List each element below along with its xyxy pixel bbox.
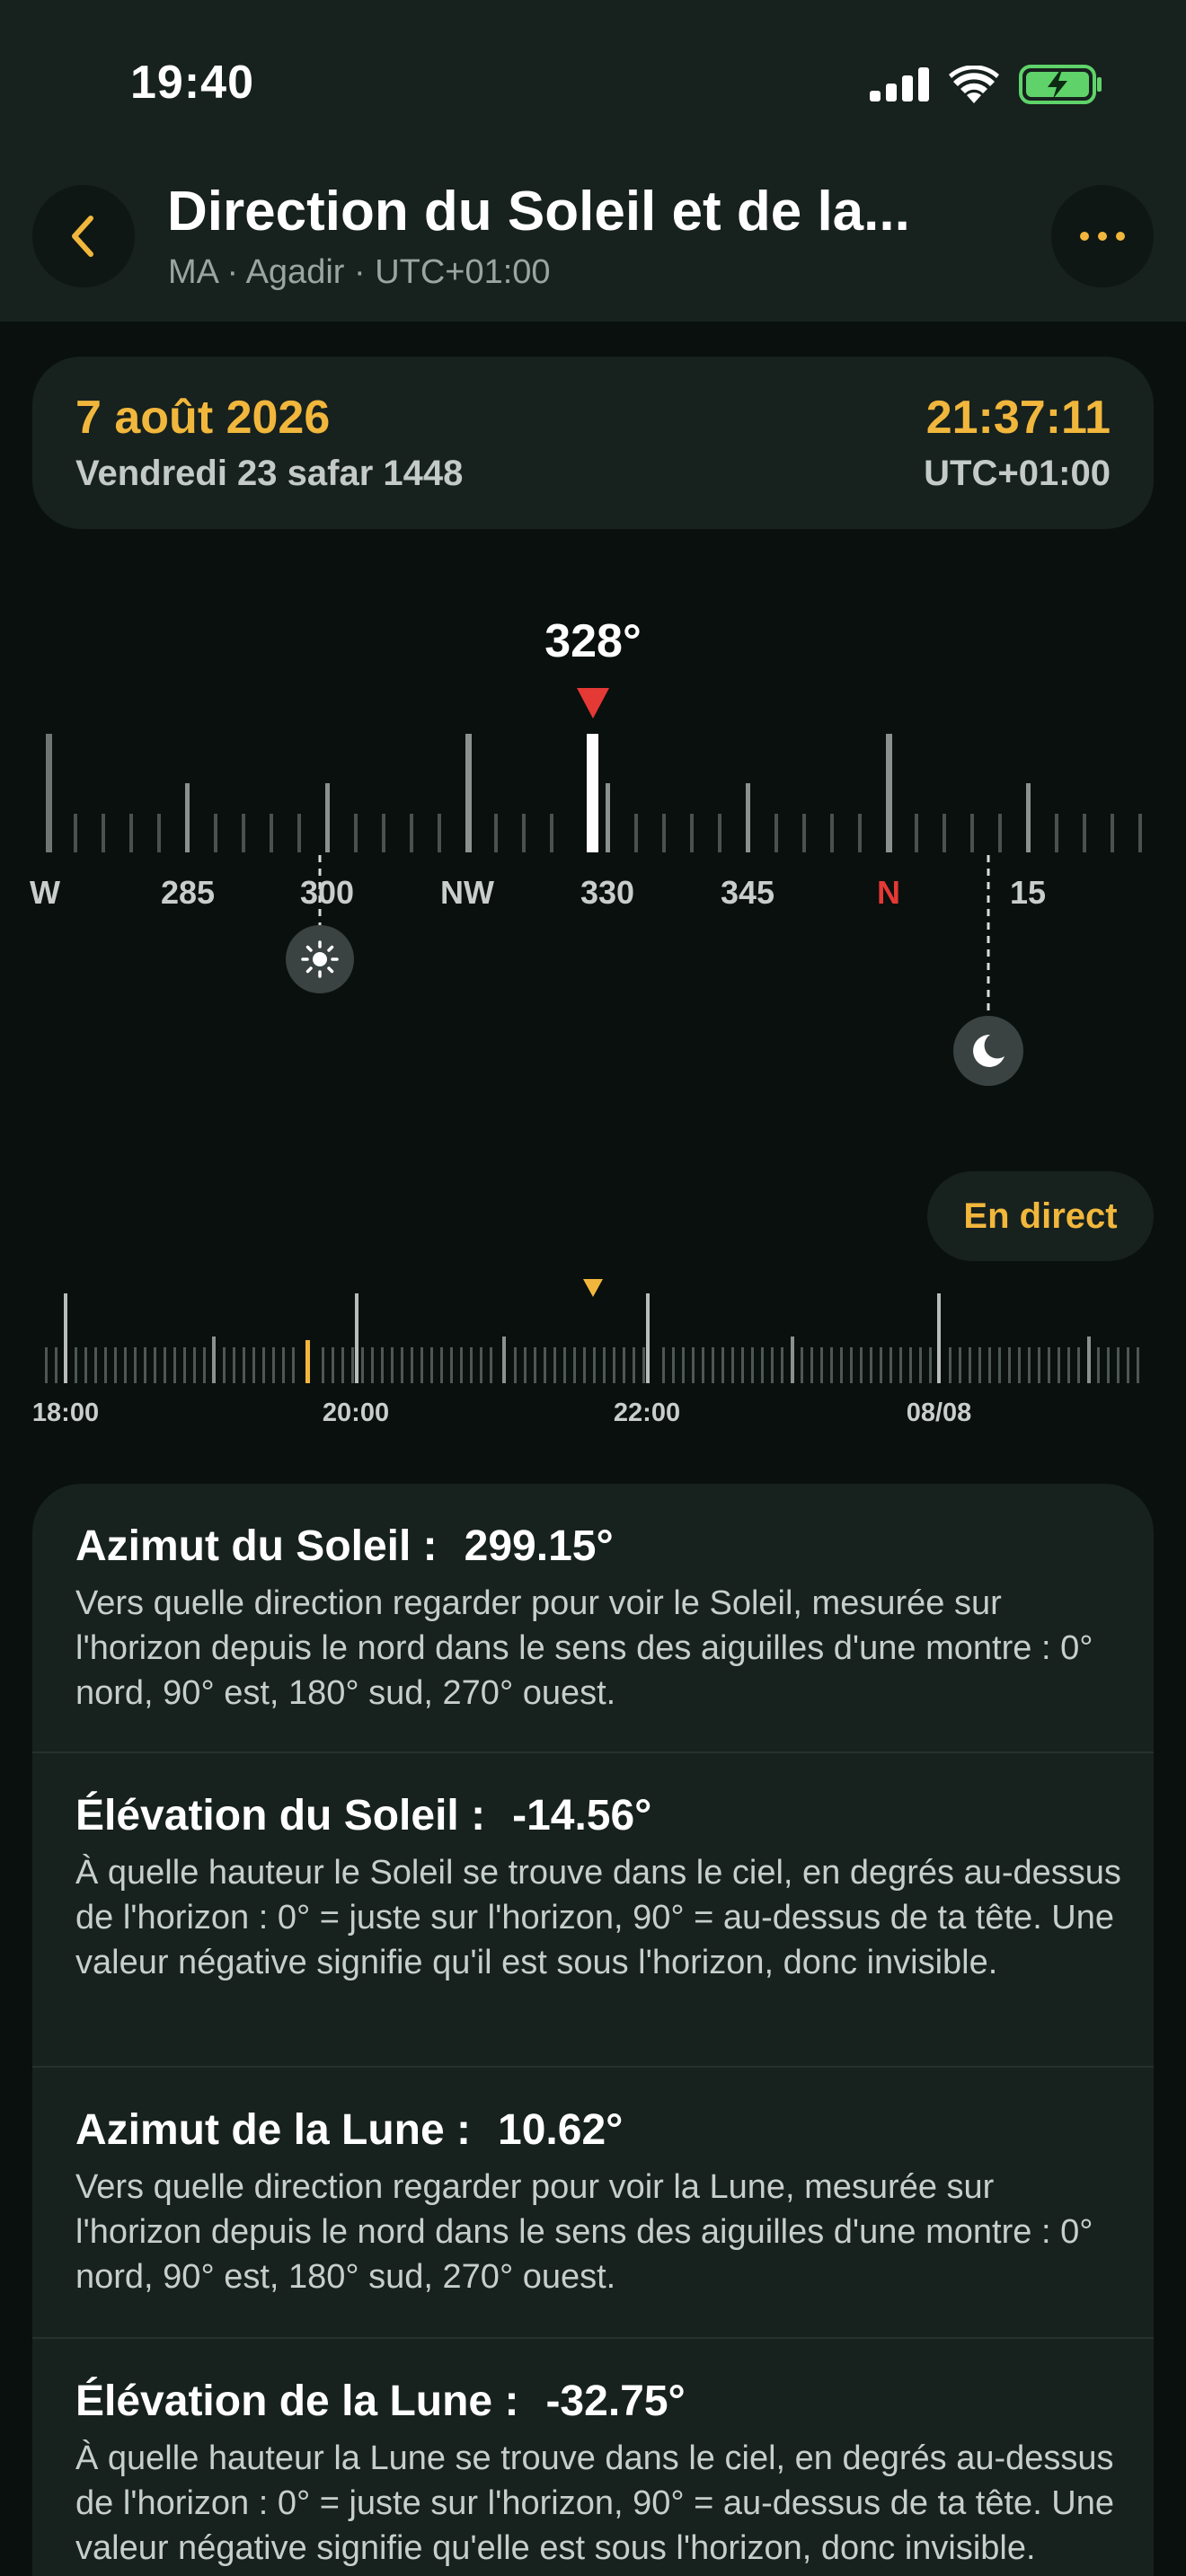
top-bar: 19:40 Direction du Soleil et de la... MA… bbox=[0, 0, 1186, 322]
compass-label-w: W bbox=[30, 874, 60, 911]
info-item-sun-azimuth: Azimut du Soleil : 299.15° Vers quelle di… bbox=[32, 1484, 1154, 1753]
info-label: Élévation de la Lune : bbox=[75, 2378, 519, 2425]
wifi-icon bbox=[949, 66, 999, 103]
info-value: -14.56° bbox=[512, 1792, 652, 1839]
info-item-moon-azimuth: Azimut de la Lune : 10.62° Vers quelle di… bbox=[32, 2068, 1154, 2339]
timeline-marker-icon bbox=[583, 1279, 603, 1297]
heading-value: 328° bbox=[544, 615, 642, 667]
heading-marker-icon bbox=[577, 688, 609, 719]
compass-label-300: 300 bbox=[300, 874, 354, 911]
date-time-card[interactable]: 7 août 2026 Vendredi 23 safar 1448 21:37… bbox=[32, 357, 1154, 529]
info-label: Élévation du Soleil : bbox=[75, 1792, 486, 1839]
info-heading: Élévation de la Lune : -32.75° bbox=[75, 2377, 686, 2426]
compass-label-330: 330 bbox=[580, 874, 634, 911]
timeline-label-1800: 18:00 bbox=[32, 1398, 99, 1427]
compass-label-285: 285 bbox=[161, 874, 215, 911]
more-button[interactable] bbox=[1051, 185, 1154, 287]
info-heading: Azimut du Soleil : 299.15° bbox=[75, 1522, 614, 1571]
chevron-left-icon bbox=[72, 216, 93, 257]
sun-icon bbox=[301, 940, 339, 978]
info-value: 299.15° bbox=[464, 1522, 614, 1570]
status-time: 19:40 bbox=[130, 57, 254, 109]
compass-strip[interactable]: W 285 300 NW 330 345 N 15 328° bbox=[0, 611, 1186, 1096]
info-heading: Azimut de la Lune : 10.62° bbox=[75, 2105, 623, 2155]
info-description: Vers quelle direction regarder pour voir… bbox=[75, 1584, 1093, 1712]
timeline-label-0808: 08/08 bbox=[907, 1398, 972, 1427]
page-title: Direction du Soleil et de la... bbox=[167, 181, 910, 243]
info-heading: Élévation du Soleil : -14.56° bbox=[75, 1791, 651, 1840]
timeline-label-2200: 22:00 bbox=[614, 1398, 680, 1427]
signal-icon bbox=[870, 67, 929, 101]
info-description: À quelle hauteur la Lune se trouve dans … bbox=[75, 2439, 1115, 2567]
hijri-date: Vendredi 23 safar 1448 bbox=[75, 454, 464, 493]
info-label: Azimut de la Lune : bbox=[75, 2106, 472, 2154]
info-item-sun-elevation: Élévation du Soleil : -14.56° À quelle ha… bbox=[32, 1753, 1154, 2068]
timeline-label-2000: 20:00 bbox=[323, 1398, 389, 1427]
sun-marker[interactable] bbox=[286, 925, 354, 993]
info-description: À quelle hauteur le Soleil se trouve dan… bbox=[75, 1854, 1121, 1981]
back-button[interactable] bbox=[32, 185, 135, 287]
info-value: -32.75° bbox=[545, 2378, 686, 2425]
current-time: 21:37:11 bbox=[925, 392, 1111, 444]
status-bar: 19:40 bbox=[0, 0, 1186, 171]
moon-icon bbox=[973, 1034, 1005, 1067]
location-subtitle: MA · Agadir · UTC+01:00 bbox=[168, 253, 551, 291]
status-icons bbox=[870, 65, 1103, 104]
screen: 19:40 Direction du Soleil et de la... MA… bbox=[0, 0, 1186, 2576]
live-button[interactable]: En direct bbox=[927, 1171, 1154, 1261]
info-item-moon-elevation: Élévation de la Lune : -32.75° À quelle h… bbox=[32, 2339, 1154, 2576]
info-card: Azimut du Soleil : 299.15° Vers quelle di… bbox=[32, 1484, 1154, 2576]
moon-marker[interactable] bbox=[953, 1016, 1023, 1086]
battery-charging-icon bbox=[1019, 65, 1102, 104]
compass-label-345: 345 bbox=[721, 874, 774, 911]
compass-label-nw: NW bbox=[440, 874, 494, 911]
gregorian-date: 7 août 2026 bbox=[75, 392, 331, 444]
info-label: Azimut du Soleil : bbox=[75, 1522, 438, 1570]
ellipsis-icon bbox=[1080, 232, 1125, 241]
info-description: Vers quelle direction regarder pour voir… bbox=[75, 2168, 1093, 2296]
timezone-label: UTC+01:00 bbox=[924, 454, 1111, 493]
compass-label-15: 15 bbox=[1010, 874, 1046, 911]
time-slider[interactable]: 18:00 20:00 22:00 08/08 bbox=[0, 1266, 1186, 1437]
timeline-ticks: 18:00 20:00 22:00 08/08 bbox=[32, 1279, 1139, 1427]
compass-label-n: N bbox=[877, 874, 900, 911]
info-value: 10.62° bbox=[498, 2106, 624, 2154]
